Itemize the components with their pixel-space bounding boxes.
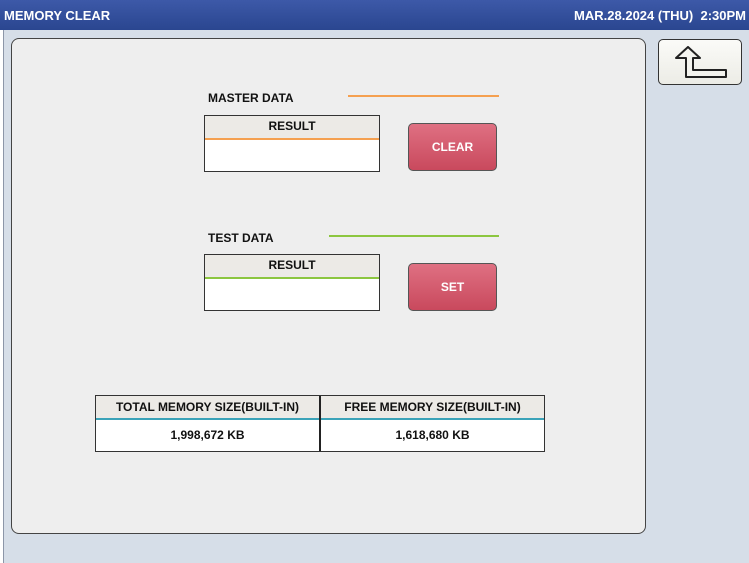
total-memory-value: 1,998,672 KB [170, 428, 245, 442]
title-bar: MEMORY CLEAR MAR.28.2024 (THU) 2:30PM [0, 0, 749, 30]
memory-size-table: TOTAL MEMORY SIZE(BUILT-IN) 1,998,672 KB… [95, 395, 545, 452]
master-data-label: MASTER DATA [208, 91, 294, 105]
main-panel: MASTER DATA RESULT CLEAR TEST DATA RESUL… [11, 38, 646, 534]
back-button[interactable] [658, 39, 742, 85]
master-data-result-box: RESULT [204, 115, 380, 172]
test-data-result-box: RESULT [204, 254, 380, 311]
clear-button[interactable]: CLEAR [408, 123, 497, 171]
total-memory-header: TOTAL MEMORY SIZE(BUILT-IN) [96, 396, 319, 420]
test-data-result-header: RESULT [205, 255, 379, 279]
test-data-label: TEST DATA [208, 231, 274, 245]
total-memory-column: TOTAL MEMORY SIZE(BUILT-IN) 1,998,672 KB [96, 396, 319, 451]
free-memory-column: FREE MEMORY SIZE(BUILT-IN) 1,618,680 KB [319, 396, 544, 451]
master-data-divider [348, 95, 499, 97]
date-time: MAR.28.2024 (THU) 2:30PM [574, 8, 746, 23]
test-data-divider [329, 235, 499, 237]
master-data-result-header: RESULT [205, 116, 379, 140]
free-memory-header: FREE MEMORY SIZE(BUILT-IN) [321, 396, 544, 420]
return-arrow-icon [675, 46, 727, 78]
free-memory-value: 1,618,680 KB [395, 428, 470, 442]
screen-title: MEMORY CLEAR [4, 8, 111, 23]
left-edge [0, 30, 4, 563]
set-button[interactable]: SET [408, 263, 497, 311]
